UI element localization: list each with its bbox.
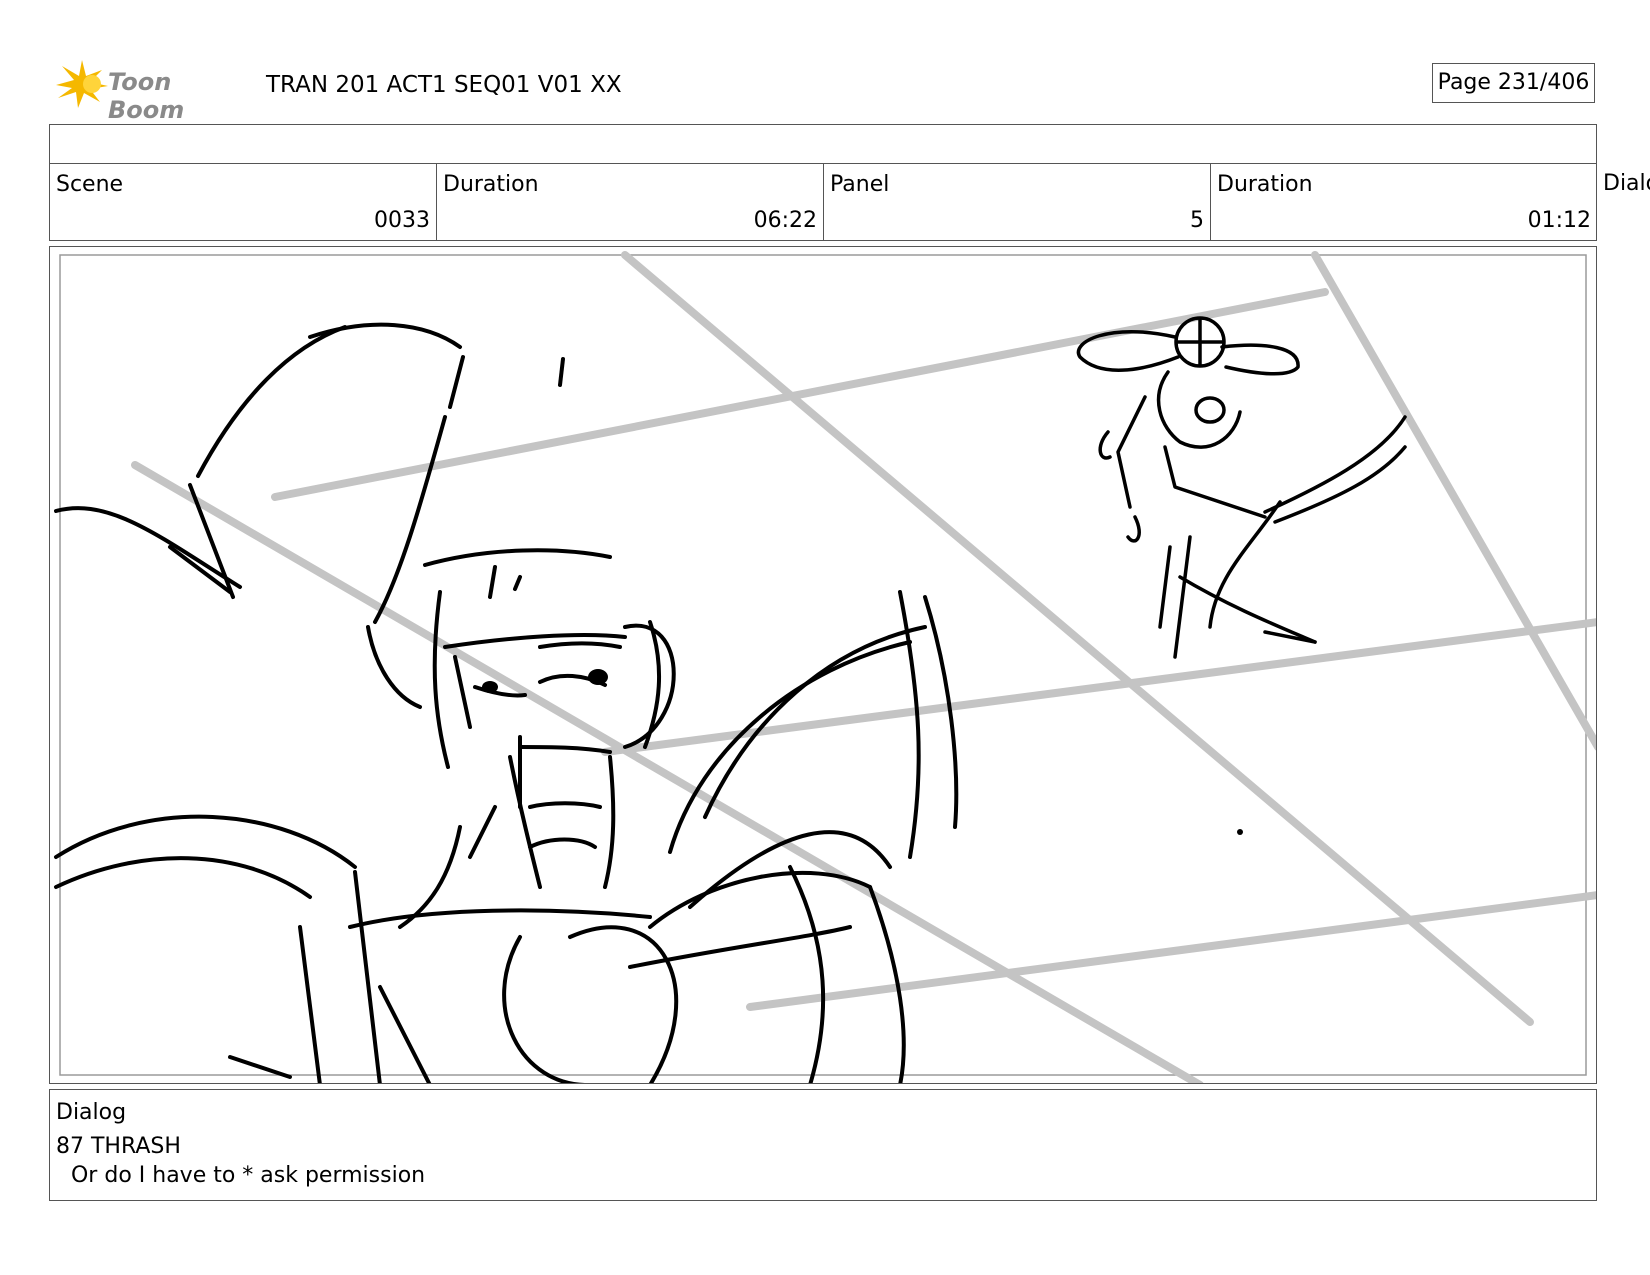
panel-value: 5 <box>1190 208 1204 233</box>
dialog-box: Dialog 87 THRASH Or do I have to * ask p… <box>49 1089 1597 1201</box>
blank-header-row <box>49 124 1597 164</box>
dialog-label: Dialog <box>56 1100 127 1125</box>
dialog-speaker: 87 THRASH <box>56 1134 181 1159</box>
logo-text: Toon Boom <box>108 68 185 124</box>
panel-duration-label: Duration <box>1217 172 1313 197</box>
scene-info-row: Scene 0033 Duration 06:22 Panel 5 Durati… <box>49 163 1597 241</box>
project-title: TRAN 201 ACT1 SEQ01 V01 XX <box>266 72 622 98</box>
scene-duration-label: Duration <box>443 172 539 197</box>
logo-star-icon <box>56 60 108 108</box>
scene-label: Scene <box>56 172 124 197</box>
scene-cell: Scene 0033 <box>50 164 437 240</box>
scene-duration-value: 06:22 <box>753 208 817 233</box>
toon-boom-logo: Toon Boom <box>52 58 252 124</box>
storyboard-sketch-image <box>54 251 1596 1083</box>
storyboard-panel <box>49 246 1597 1084</box>
page-indicator: Page 231/406 <box>1432 63 1595 103</box>
dialog-column-label-clipped: Dialog <box>1603 171 1650 196</box>
panel-cell: Panel 5 <box>824 164 1211 240</box>
scene-value: 0033 <box>374 208 430 233</box>
panel-duration-value: 01:12 <box>1527 208 1591 233</box>
panel-label: Panel <box>830 172 890 197</box>
scene-duration-cell: Duration 06:22 <box>437 164 824 240</box>
dialog-line: Or do I have to * ask permission <box>64 1163 426 1188</box>
panel-duration-cell: Duration 01:12 <box>1211 164 1597 240</box>
